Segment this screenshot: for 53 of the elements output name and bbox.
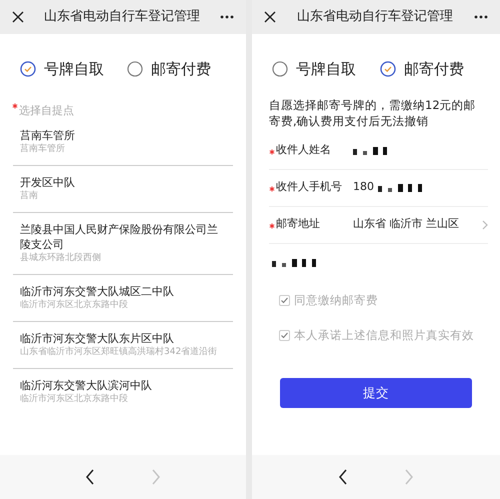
submit-button[interactable]: 提交 [280, 378, 472, 408]
pickup-name: 开发区中队 [20, 175, 76, 190]
agreement-label: 同意缴纳邮寄费 [294, 292, 378, 308]
back-icon[interactable] [338, 469, 348, 485]
field-label: 收件人姓名 [276, 142, 331, 158]
pickup-address: 临沂市河东区北京东路中段 [20, 299, 129, 312]
field-label: 收件人手机号 [276, 179, 342, 196]
field-label: 邮寄地址 [276, 216, 320, 232]
radio-option[interactable]: 邮寄付费 [376, 58, 484, 80]
pickup-item[interactable]: 临沂市河东交警大队东片区中队 山东省临沂市河东区郑旺镇高洪瑞村342省道沿街 [13, 322, 233, 369]
back-icon[interactable] [85, 469, 95, 485]
option-label: 号牌自取 [296, 59, 356, 80]
pickup-address: 临沂市河东区北京东路中段 [20, 393, 129, 406]
pickup-item[interactable]: 兰陵县中国人民财产保险股份有限公司兰陵支公司 县城东环路北段西侧 [13, 213, 233, 275]
pickup-item[interactable]: 临沂河东交警大队滨河中队 临沂市河东区北京东路中段 [13, 369, 233, 415]
pickup-name: 临沂河东交警大队滨河中队 [20, 378, 153, 393]
radio-unchecked-icon [272, 61, 288, 78]
pickup-address: 县城东环路北段西侧 [20, 252, 102, 265]
agreement-label: 本人承诺上述信息和照片真实有效 [294, 326, 474, 344]
radio-checked-icon [380, 61, 396, 78]
checkbox[interactable] [279, 330, 290, 341]
close-icon[interactable] [12, 11, 24, 23]
radio-option[interactable]: 号牌自取 [16, 58, 123, 80]
radio-option[interactable]: 号牌自取 [268, 58, 376, 80]
radio-option[interactable]: 邮寄付费 [123, 58, 230, 80]
more-icon[interactable] [474, 15, 488, 19]
redacted-drawing [353, 146, 389, 156]
checkbox[interactable] [279, 294, 290, 306]
section-label: 选择自提点 [19, 104, 74, 116]
option-label: 邮寄付费 [151, 59, 211, 80]
input-field[interactable]: 山东省 临沂市 兰山区 [353, 216, 488, 233]
pickup-address: 山东省临沂市河东区郑旺镇高洪瑞村342省道沿街 [20, 346, 218, 359]
option-label: 号牌自取 [44, 59, 104, 80]
option-label: 邮寄付费 [404, 59, 464, 80]
chevron-icon [482, 220, 488, 230]
window-title: 山东省电动自行车登记管理 [296, 8, 454, 26]
radio-checked-icon [20, 61, 36, 78]
input-field[interactable]: 180 [353, 179, 488, 196]
redacted-drawing [378, 182, 422, 192]
more-icon[interactable] [220, 15, 234, 19]
close-icon[interactable] [264, 11, 276, 23]
pickup-item[interactable]: 开发区中队 莒南 [13, 166, 233, 213]
pickup-name: 临沂市河东交警大队城区二中队 [20, 284, 175, 299]
pickup-address: 莒南车管所 [20, 143, 66, 156]
pickup-name: 兰陵县中国人民财产保险股份有限公司兰陵支公司 [20, 222, 219, 252]
pickup-name: 临沂市河东交警大队东片区中队 [20, 331, 175, 346]
pickup-item[interactable]: 莒南车管所 莒南车管所 [13, 119, 233, 166]
pickup-item[interactable]: 临沂市河东交警大队城区二中队 临沂市河东区北京东路中段 [13, 275, 233, 322]
pickup-address: 莒南 [20, 190, 39, 203]
radio-unchecked-icon [127, 61, 143, 78]
pickup-name: 莒南车管所 [20, 128, 76, 143]
notice-text: 自愿选择邮寄号牌的，需缴纳12元的邮寄费,确认费用支付后无法撤销 [268, 96, 477, 128]
window-title: 山东省电动自行车登记管理 [43, 8, 201, 26]
